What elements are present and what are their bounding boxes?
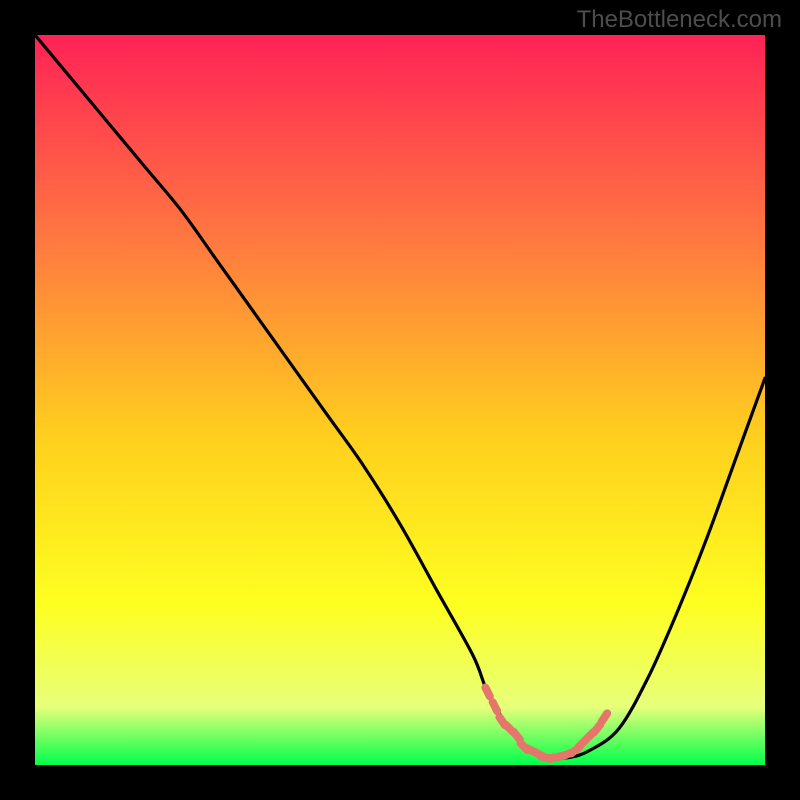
watermark-text: TheBottleneck.com <box>577 6 782 34</box>
dash-segment <box>594 725 600 733</box>
dash-segment <box>602 713 608 721</box>
plot-frame <box>35 35 765 765</box>
dash-group <box>485 688 607 759</box>
dash-segment <box>493 702 497 711</box>
dash-segment <box>514 732 520 740</box>
plot-area <box>35 35 765 765</box>
dash-segment <box>485 688 489 697</box>
optimal-zone-dashes <box>35 35 765 765</box>
